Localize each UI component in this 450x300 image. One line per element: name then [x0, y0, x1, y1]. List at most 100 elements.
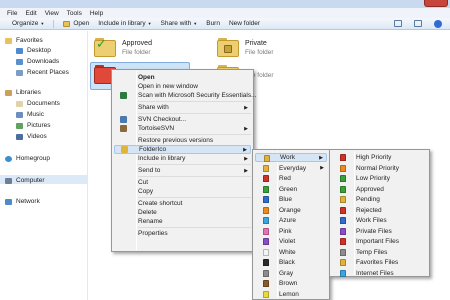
black-folder-icon [263, 259, 269, 266]
menu-edit[interactable]: Edit [25, 10, 36, 17]
menu-item-label: Blue [279, 196, 293, 203]
work-item-important-files[interactable]: Important Files [332, 237, 427, 246]
red-folder-icon [263, 175, 269, 182]
dropdown-caret-icon: ▼ [147, 21, 152, 26]
ctx-item-open[interactable]: Open [114, 73, 251, 82]
nav-pictures[interactable]: Pictures [16, 122, 50, 129]
menu-separator [138, 176, 251, 177]
work-item-favorites-files[interactable]: Favorites Files [332, 258, 427, 267]
ctx-item-send-to[interactable]: Send to ▶ [114, 166, 251, 175]
burn-label: Burn [206, 20, 220, 27]
menu-tools[interactable]: Tools [67, 10, 82, 17]
folder-tile-private[interactable]: Private File folder [217, 38, 274, 57]
blue-folder-icon [263, 196, 269, 203]
menu-separator [138, 113, 251, 114]
folderico-item-red[interactable]: Red [255, 174, 327, 183]
toolbar-divider [53, 19, 55, 28]
menu-view[interactable]: View [45, 10, 59, 17]
nav-homegroup[interactable]: Homegroup [5, 155, 50, 162]
folder-check-icon: ✓ [94, 36, 116, 57]
folderico-item-green[interactable]: Green [255, 185, 327, 194]
menu-item-label: Approved [356, 185, 384, 193]
organize-button[interactable]: Organize ▼ [12, 20, 44, 27]
work-item-low-priority[interactable]: Low Priority [332, 174, 427, 183]
network-icon [5, 198, 12, 205]
work-item-high-priority[interactable]: High Priority [332, 153, 427, 162]
work-item-rejected[interactable]: Rejected [332, 206, 427, 215]
folderico-item-lemon[interactable]: Lemon [255, 290, 327, 299]
brown-folder-icon [263, 280, 269, 287]
submenu-arrow-icon: ▶ [244, 125, 248, 132]
window-close-button[interactable] [424, 0, 448, 7]
include-in-library-button[interactable]: Include in library ▼ [98, 20, 151, 27]
nav-downloads[interactable]: Downloads [16, 58, 59, 65]
work-item-normal-priority[interactable]: Normal Priority [332, 164, 427, 173]
menu-help[interactable]: Help [90, 10, 103, 17]
nav-computer[interactable]: Computer [5, 177, 45, 184]
work-item-internet-files[interactable]: Internet Files [332, 269, 427, 278]
ctx-item-include-in-library[interactable]: Include in library ▶ [114, 154, 251, 163]
dropdown-caret-icon: ▼ [193, 21, 198, 26]
ctx-item-cut[interactable]: Cut [114, 178, 251, 187]
burn-button[interactable]: Burn [206, 20, 220, 27]
submenu-arrow-icon: ▶ [320, 165, 324, 171]
ctx-item-delete[interactable]: Delete [114, 208, 251, 217]
menu-item-label: Normal Priority [356, 164, 399, 172]
menu-item-label: SVN Checkout... [138, 116, 187, 123]
share-with-button[interactable]: Share with ▼ [161, 20, 198, 27]
work-item-pending[interactable]: Pending [332, 195, 427, 204]
work-item-temp-files[interactable]: Temp Files [332, 248, 427, 257]
recent-places-icon [16, 69, 23, 76]
nav-recent-places[interactable]: Recent Places [16, 69, 69, 76]
nav-desktop[interactable]: Desktop [16, 47, 51, 54]
ctx-item-folderico[interactable]: FolderIco ▶ [114, 145, 251, 154]
ctx-item-tortoisesvn[interactable]: TortoiseSVN ▶ [114, 124, 251, 133]
ctx-item-svn-checkout[interactable]: SVN Checkout... [114, 115, 251, 124]
nav-network[interactable]: Network [5, 198, 40, 205]
dropdown-caret-icon: ▼ [40, 21, 45, 26]
menu-file[interactable]: File [7, 10, 17, 17]
preview-pane-icon[interactable] [414, 20, 422, 27]
ctx-item-open-in-new-window[interactable]: Open in new window [114, 82, 251, 91]
folderico-item-blue[interactable]: Blue [255, 195, 327, 204]
ctx-item-rename[interactable]: Rename [114, 217, 251, 226]
nav-label: Homegroup [16, 155, 50, 162]
ctx-item-share-with[interactable]: Share with ▶ [114, 103, 251, 112]
folderico-item-white[interactable]: White [255, 248, 327, 257]
ctx-item-scan-with-microsoft-security-essentials[interactable]: Scan with Microsoft Security Essentials.… [114, 91, 257, 100]
menu-item-label: Black [279, 259, 295, 266]
ctx-item-properties[interactable]: Properties [114, 229, 251, 238]
menu-item-label: Copy [138, 188, 154, 195]
private-files-folder-icon [340, 227, 346, 235]
ctx-item-restore-previous-versions[interactable]: Restore previous versions [114, 136, 251, 145]
work-item-approved[interactable]: Approved [332, 185, 427, 194]
new-folder-button[interactable]: New folder [229, 20, 260, 27]
folder-type: File folder [122, 48, 151, 56]
nav-music[interactable]: Music [16, 111, 44, 118]
nav-documents[interactable]: Documents [16, 100, 60, 107]
folderico-item-black[interactable]: Black [255, 258, 327, 267]
folderico-item-azure[interactable]: Azure [255, 216, 327, 225]
nav-videos[interactable]: Videos [16, 133, 47, 140]
work-item-private-files[interactable]: Private Files [332, 227, 427, 236]
folderico-item-work[interactable]: Work ▶ [255, 153, 327, 162]
organize-label: Organize [12, 20, 39, 27]
work-item-work-files[interactable]: Work Files [332, 216, 427, 225]
ctx-item-copy[interactable]: Copy [114, 187, 251, 196]
folderico-item-pink[interactable]: Pink [255, 227, 327, 236]
folderico-item-violet[interactable]: Violet [255, 237, 327, 246]
help-icon[interactable] [434, 20, 442, 28]
ctx-item-create-shortcut[interactable]: Create shortcut [114, 199, 251, 208]
change-view-icon[interactable] [394, 20, 402, 27]
open-button[interactable]: Open [63, 20, 89, 27]
nav-libraries[interactable]: Libraries [5, 89, 41, 96]
menu-bar: File Edit View Tools Help [0, 8, 450, 18]
nav-label: Libraries [16, 89, 41, 96]
work-files-folder-icon [340, 217, 346, 224]
nav-favorites[interactable]: Favorites [5, 37, 43, 44]
folder-tile-approved[interactable]: ✓ Approved File folder [94, 36, 152, 57]
folderico-item-brown[interactable]: Brown [255, 279, 327, 288]
folderico-item-orange[interactable]: Orange [255, 206, 327, 215]
folderico-item-gray[interactable]: Gray [255, 269, 327, 278]
folderico-item-everyday[interactable]: Everyday ▶ [255, 164, 327, 173]
